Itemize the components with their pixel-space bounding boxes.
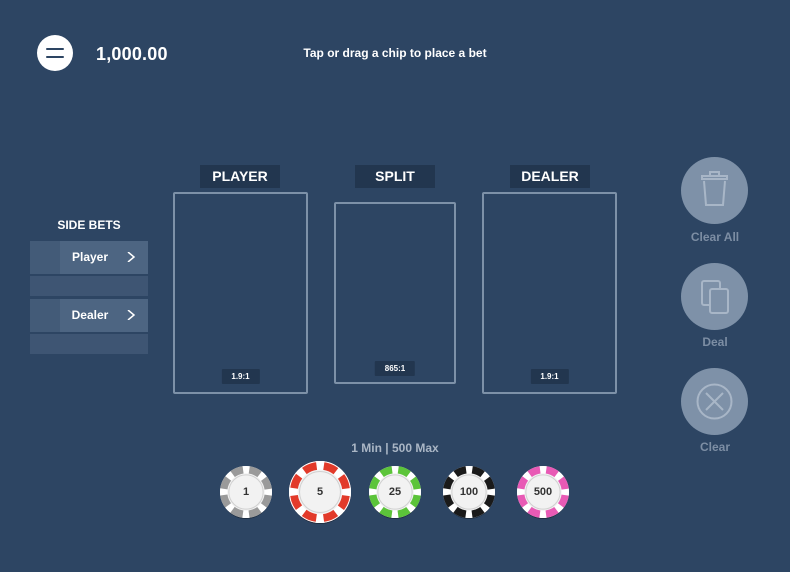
chip-500[interactable]: 500 xyxy=(516,465,570,519)
clear-all-label: Clear All xyxy=(690,230,740,244)
side-bet-grip xyxy=(30,299,60,332)
side-bets-title: SIDE BETS xyxy=(57,218,121,232)
dealer-odds: 1.9:1 xyxy=(530,369,569,384)
side-bet-dealer-slot xyxy=(30,334,148,354)
chip-value: 100 xyxy=(459,486,479,498)
side-bet-player-slot xyxy=(30,276,148,296)
dealer-bet-area[interactable]: 1.9:1 xyxy=(482,192,617,394)
deal-label: Deal xyxy=(702,335,728,349)
table-limits: 1 Min | 500 Max xyxy=(351,441,439,455)
chip-100[interactable]: 100 xyxy=(442,465,496,519)
close-circle-icon xyxy=(696,383,733,420)
side-bet-player-button[interactable]: Player xyxy=(30,241,148,274)
clear-all-button[interactable] xyxy=(681,157,748,224)
chip-5[interactable]: 5 xyxy=(288,460,352,524)
chip-value: 5 xyxy=(316,486,324,498)
deal-button[interactable] xyxy=(681,263,748,330)
split-odds: 865:1 xyxy=(374,361,416,376)
bet-instruction: Tap or drag a chip to place a bet xyxy=(303,46,487,60)
side-bet-grip xyxy=(30,241,60,274)
chip-value: 500 xyxy=(533,486,553,498)
game-table: 1,000.00 Tap or drag a chip to place a b… xyxy=(0,0,790,572)
split-bet-area[interactable]: 865:1 xyxy=(334,202,456,384)
chip-value: 1 xyxy=(242,486,250,498)
side-bet-label: Player xyxy=(71,250,109,264)
chevron-right-icon xyxy=(127,252,136,262)
chip-value: 25 xyxy=(388,486,402,498)
clear-button[interactable] xyxy=(681,368,748,435)
player-odds: 1.9:1 xyxy=(221,369,260,384)
split-bet-label: SPLIT xyxy=(355,165,435,188)
trash-icon xyxy=(701,171,728,206)
chip-1[interactable]: 1 xyxy=(219,465,273,519)
player-bet-area[interactable]: 1.9:1 xyxy=(173,192,308,394)
side-bet-dealer-button[interactable]: Dealer xyxy=(30,299,148,332)
chip-25[interactable]: 25 xyxy=(368,465,422,519)
cards-icon xyxy=(701,280,729,314)
dealer-bet-label: DEALER xyxy=(510,165,590,188)
player-bet-label: PLAYER xyxy=(200,165,280,188)
chevron-right-icon xyxy=(127,310,136,320)
side-bet-label: Dealer xyxy=(71,308,109,322)
